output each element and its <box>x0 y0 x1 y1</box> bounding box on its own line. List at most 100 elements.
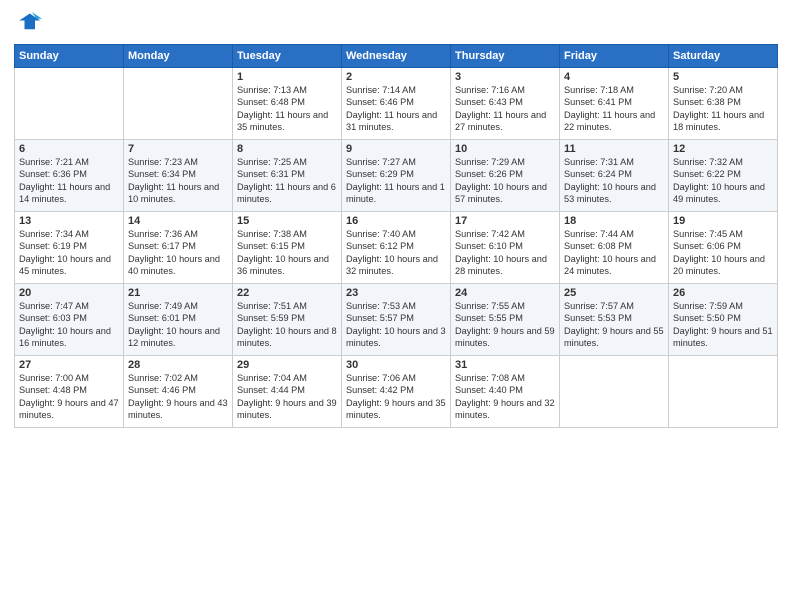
calendar-cell: 18Sunrise: 7:44 AM Sunset: 6:08 PM Dayli… <box>560 212 669 284</box>
calendar-table: SundayMondayTuesdayWednesdayThursdayFrid… <box>14 44 778 428</box>
page: SundayMondayTuesdayWednesdayThursdayFrid… <box>0 0 792 612</box>
day-number: 9 <box>346 143 446 155</box>
day-info: Sunrise: 7:08 AM Sunset: 4:40 PM Dayligh… <box>455 372 555 422</box>
day-info: Sunrise: 7:38 AM Sunset: 6:15 PM Dayligh… <box>237 228 337 278</box>
day-number: 11 <box>564 143 664 155</box>
col-header-sunday: Sunday <box>15 45 124 68</box>
week-row-4: 20Sunrise: 7:47 AM Sunset: 6:03 PM Dayli… <box>15 284 778 356</box>
calendar-cell: 10Sunrise: 7:29 AM Sunset: 6:26 PM Dayli… <box>451 140 560 212</box>
col-header-thursday: Thursday <box>451 45 560 68</box>
calendar-cell: 2Sunrise: 7:14 AM Sunset: 6:46 PM Daylig… <box>342 68 451 140</box>
calendar-cell <box>15 68 124 140</box>
day-info: Sunrise: 7:25 AM Sunset: 6:31 PM Dayligh… <box>237 156 337 206</box>
day-info: Sunrise: 7:53 AM Sunset: 5:57 PM Dayligh… <box>346 300 446 350</box>
calendar-header-row: SundayMondayTuesdayWednesdayThursdayFrid… <box>15 45 778 68</box>
week-row-3: 13Sunrise: 7:34 AM Sunset: 6:19 PM Dayli… <box>15 212 778 284</box>
day-number: 27 <box>19 359 119 371</box>
day-info: Sunrise: 7:23 AM Sunset: 6:34 PM Dayligh… <box>128 156 228 206</box>
day-info: Sunrise: 7:06 AM Sunset: 4:42 PM Dayligh… <box>346 372 446 422</box>
calendar-cell: 12Sunrise: 7:32 AM Sunset: 6:22 PM Dayli… <box>669 140 778 212</box>
day-number: 8 <box>237 143 337 155</box>
day-info: Sunrise: 7:00 AM Sunset: 4:48 PM Dayligh… <box>19 372 119 422</box>
col-header-friday: Friday <box>560 45 669 68</box>
day-number: 24 <box>455 287 555 299</box>
day-number: 2 <box>346 71 446 83</box>
calendar-cell: 14Sunrise: 7:36 AM Sunset: 6:17 PM Dayli… <box>124 212 233 284</box>
calendar-cell <box>669 356 778 428</box>
day-number: 13 <box>19 215 119 227</box>
day-info: Sunrise: 7:13 AM Sunset: 6:48 PM Dayligh… <box>237 84 337 134</box>
day-info: Sunrise: 7:29 AM Sunset: 6:26 PM Dayligh… <box>455 156 555 206</box>
calendar-cell: 7Sunrise: 7:23 AM Sunset: 6:34 PM Daylig… <box>124 140 233 212</box>
day-number: 6 <box>19 143 119 155</box>
day-number: 14 <box>128 215 228 227</box>
calendar-cell: 19Sunrise: 7:45 AM Sunset: 6:06 PM Dayli… <box>669 212 778 284</box>
calendar-cell: 8Sunrise: 7:25 AM Sunset: 6:31 PM Daylig… <box>233 140 342 212</box>
day-info: Sunrise: 7:18 AM Sunset: 6:41 PM Dayligh… <box>564 84 664 134</box>
week-row-5: 27Sunrise: 7:00 AM Sunset: 4:48 PM Dayli… <box>15 356 778 428</box>
day-number: 25 <box>564 287 664 299</box>
day-number: 5 <box>673 71 773 83</box>
day-number: 15 <box>237 215 337 227</box>
day-info: Sunrise: 7:27 AM Sunset: 6:29 PM Dayligh… <box>346 156 446 206</box>
day-number: 7 <box>128 143 228 155</box>
calendar-cell: 11Sunrise: 7:31 AM Sunset: 6:24 PM Dayli… <box>560 140 669 212</box>
day-info: Sunrise: 7:42 AM Sunset: 6:10 PM Dayligh… <box>455 228 555 278</box>
col-header-monday: Monday <box>124 45 233 68</box>
day-info: Sunrise: 7:47 AM Sunset: 6:03 PM Dayligh… <box>19 300 119 350</box>
logo-icon <box>14 10 42 38</box>
calendar-cell <box>124 68 233 140</box>
day-number: 10 <box>455 143 555 155</box>
day-number: 28 <box>128 359 228 371</box>
day-number: 19 <box>673 215 773 227</box>
calendar-cell: 6Sunrise: 7:21 AM Sunset: 6:36 PM Daylig… <box>15 140 124 212</box>
calendar-cell: 31Sunrise: 7:08 AM Sunset: 4:40 PM Dayli… <box>451 356 560 428</box>
day-number: 21 <box>128 287 228 299</box>
day-info: Sunrise: 7:16 AM Sunset: 6:43 PM Dayligh… <box>455 84 555 134</box>
calendar-cell: 20Sunrise: 7:47 AM Sunset: 6:03 PM Dayli… <box>15 284 124 356</box>
day-info: Sunrise: 7:49 AM Sunset: 6:01 PM Dayligh… <box>128 300 228 350</box>
calendar-cell: 27Sunrise: 7:00 AM Sunset: 4:48 PM Dayli… <box>15 356 124 428</box>
day-info: Sunrise: 7:45 AM Sunset: 6:06 PM Dayligh… <box>673 228 773 278</box>
calendar-cell <box>560 356 669 428</box>
day-info: Sunrise: 7:57 AM Sunset: 5:53 PM Dayligh… <box>564 300 664 350</box>
day-number: 18 <box>564 215 664 227</box>
logo <box>14 10 46 38</box>
col-header-wednesday: Wednesday <box>342 45 451 68</box>
day-number: 23 <box>346 287 446 299</box>
calendar-cell: 15Sunrise: 7:38 AM Sunset: 6:15 PM Dayli… <box>233 212 342 284</box>
calendar-cell: 3Sunrise: 7:16 AM Sunset: 6:43 PM Daylig… <box>451 68 560 140</box>
calendar-cell: 23Sunrise: 7:53 AM Sunset: 5:57 PM Dayli… <box>342 284 451 356</box>
day-info: Sunrise: 7:20 AM Sunset: 6:38 PM Dayligh… <box>673 84 773 134</box>
calendar-cell: 17Sunrise: 7:42 AM Sunset: 6:10 PM Dayli… <box>451 212 560 284</box>
calendar-cell: 24Sunrise: 7:55 AM Sunset: 5:55 PM Dayli… <box>451 284 560 356</box>
day-number: 30 <box>346 359 446 371</box>
day-number: 1 <box>237 71 337 83</box>
calendar-cell: 28Sunrise: 7:02 AM Sunset: 4:46 PM Dayli… <box>124 356 233 428</box>
calendar-cell: 4Sunrise: 7:18 AM Sunset: 6:41 PM Daylig… <box>560 68 669 140</box>
calendar-cell: 22Sunrise: 7:51 AM Sunset: 5:59 PM Dayli… <box>233 284 342 356</box>
day-info: Sunrise: 7:32 AM Sunset: 6:22 PM Dayligh… <box>673 156 773 206</box>
day-info: Sunrise: 7:51 AM Sunset: 5:59 PM Dayligh… <box>237 300 337 350</box>
day-info: Sunrise: 7:55 AM Sunset: 5:55 PM Dayligh… <box>455 300 555 350</box>
calendar-cell: 26Sunrise: 7:59 AM Sunset: 5:50 PM Dayli… <box>669 284 778 356</box>
day-info: Sunrise: 7:14 AM Sunset: 6:46 PM Dayligh… <box>346 84 446 134</box>
calendar-cell: 30Sunrise: 7:06 AM Sunset: 4:42 PM Dayli… <box>342 356 451 428</box>
calendar-cell: 5Sunrise: 7:20 AM Sunset: 6:38 PM Daylig… <box>669 68 778 140</box>
day-number: 29 <box>237 359 337 371</box>
day-number: 16 <box>346 215 446 227</box>
calendar-cell: 16Sunrise: 7:40 AM Sunset: 6:12 PM Dayli… <box>342 212 451 284</box>
day-number: 22 <box>237 287 337 299</box>
calendar-cell: 9Sunrise: 7:27 AM Sunset: 6:29 PM Daylig… <box>342 140 451 212</box>
calendar-cell: 29Sunrise: 7:04 AM Sunset: 4:44 PM Dayli… <box>233 356 342 428</box>
day-number: 31 <box>455 359 555 371</box>
day-info: Sunrise: 7:02 AM Sunset: 4:46 PM Dayligh… <box>128 372 228 422</box>
calendar-cell: 21Sunrise: 7:49 AM Sunset: 6:01 PM Dayli… <box>124 284 233 356</box>
day-info: Sunrise: 7:44 AM Sunset: 6:08 PM Dayligh… <box>564 228 664 278</box>
day-number: 3 <box>455 71 555 83</box>
day-info: Sunrise: 7:36 AM Sunset: 6:17 PM Dayligh… <box>128 228 228 278</box>
day-info: Sunrise: 7:04 AM Sunset: 4:44 PM Dayligh… <box>237 372 337 422</box>
day-number: 17 <box>455 215 555 227</box>
header <box>14 10 778 38</box>
day-number: 20 <box>19 287 119 299</box>
